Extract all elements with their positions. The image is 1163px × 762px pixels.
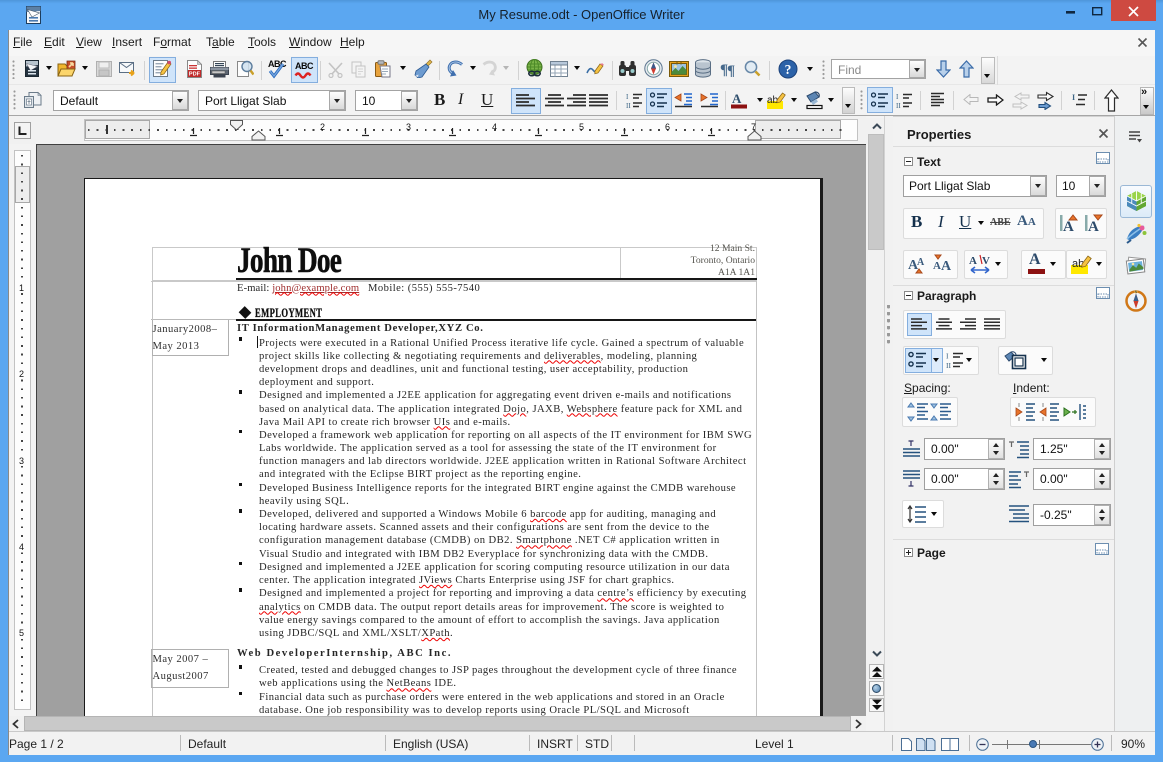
svg-text:A: A	[933, 260, 941, 272]
svg-text:I: I	[1072, 93, 1075, 102]
svg-text:II: II	[946, 361, 951, 369]
svg-text:A: A	[1088, 219, 1099, 235]
svg-text:A: A	[917, 257, 925, 268]
svg-text:A: A	[1063, 219, 1074, 235]
svg-text:A: A	[969, 255, 977, 267]
svg-text:I: I	[946, 352, 949, 361]
svg-text:PDF: PDF	[189, 72, 201, 78]
svg-text:V: V	[982, 255, 990, 267]
svg-text:I: I	[626, 93, 629, 101]
svg-text:ABC: ABC	[295, 61, 314, 71]
svg-text:A: A	[941, 259, 952, 274]
svg-text:¶: ¶	[727, 63, 735, 77]
svg-text:?: ?	[785, 62, 792, 77]
svg-text:II: II	[626, 102, 631, 109]
svg-text:I: I	[896, 93, 899, 101]
svg-text:II: II	[896, 102, 901, 109]
svg-text:A: A	[732, 91, 742, 106]
svg-text:ABC: ABC	[268, 59, 287, 69]
